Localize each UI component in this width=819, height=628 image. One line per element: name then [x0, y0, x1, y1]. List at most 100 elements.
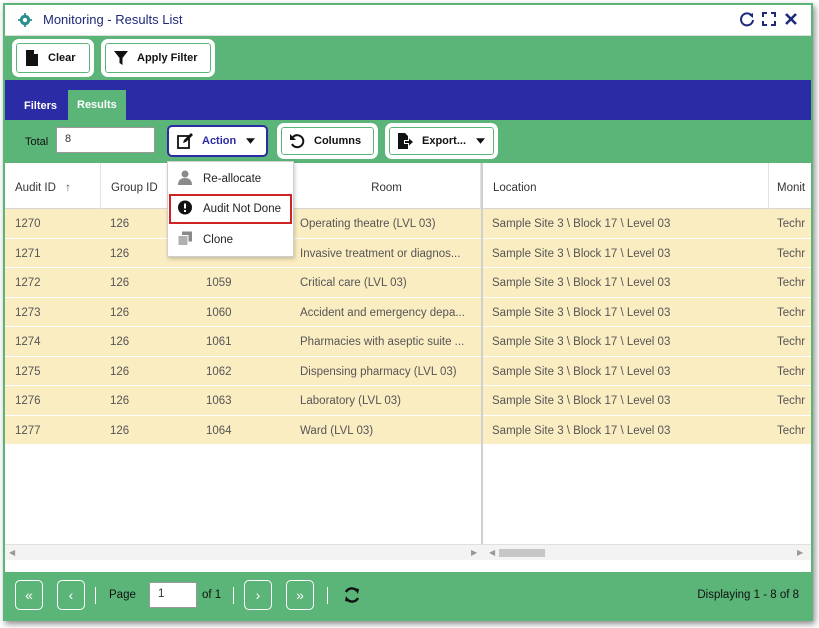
table-row[interactable]: 1273 126 1060 Accident and emergency dep…	[5, 297, 811, 327]
pager-divider	[233, 587, 234, 604]
page-number-input[interactable]: 1	[149, 582, 197, 608]
cell-audit-id: 1277	[15, 424, 41, 437]
cell-col3: 1059	[206, 277, 232, 289]
cell-location: Sample Site 3 \ Block 17 \ Level 03	[492, 247, 671, 260]
tab-results[interactable]: Results	[68, 90, 126, 120]
chevron-down-icon	[476, 138, 486, 144]
refresh-window-icon[interactable]	[739, 11, 755, 27]
document-icon	[26, 50, 38, 66]
column-header-audit-id[interactable]: Audit ID ↑	[5, 163, 101, 209]
table-row[interactable]: 1270 126 Operating theatre (LVL 03) Samp…	[5, 209, 811, 239]
table-row[interactable]: 1275 126 1062 Dispensing pharmacy (LVL 0…	[5, 356, 811, 386]
cell-col3: 1060	[206, 306, 232, 319]
chevron-down-icon	[246, 138, 256, 144]
close-icon[interactable]	[783, 11, 799, 27]
cell-location: Sample Site 3 \ Block 17 \ Level 03	[492, 424, 671, 437]
table-row[interactable]: 1277 126 1064 Ward (LVL 03) Sample Site …	[5, 415, 811, 445]
menu-item-reallocate[interactable]: Re-allocate	[169, 164, 292, 194]
cell-audit-id: 1270	[15, 218, 41, 230]
refresh-icon[interactable]	[343, 586, 361, 604]
window-title: Monitoring - Results List	[43, 12, 183, 27]
title-bar: Monitoring - Results List	[5, 5, 811, 36]
column-header-monitor[interactable]: Monit	[769, 163, 811, 209]
cell-col3: 1064	[206, 424, 232, 437]
table-row[interactable]: 1272 126 1059 Critical care (LVL 03) Sam…	[5, 268, 811, 298]
cell-group-id: 126	[110, 247, 130, 260]
menu-item-audit-not-done[interactable]: Audit Not Done	[169, 194, 292, 224]
table-row[interactable]: 1271 126 1058 Invasive treatment or diag…	[5, 238, 811, 268]
first-page-button[interactable]: «	[15, 580, 43, 610]
page-label: Page	[109, 589, 136, 601]
user-icon	[178, 170, 192, 185]
cell-room: Pharmacies with aseptic suite ...	[300, 336, 465, 348]
cell-monitor: Techr	[777, 277, 806, 289]
tabs-bar: Filters Results	[5, 80, 811, 120]
columns-button-label: Columns	[314, 135, 362, 147]
frozen-column-splitter[interactable]	[481, 163, 483, 560]
horizontal-scrollbar[interactable]: ◀ ▶ ◀ ▶	[5, 544, 811, 560]
cell-col3: 1063	[206, 395, 232, 407]
cell-audit-id: 1273	[15, 306, 41, 319]
total-field[interactable]: 8	[56, 127, 155, 153]
previous-page-button[interactable]: ‹	[57, 580, 85, 610]
export-button-label: Export...	[422, 135, 467, 147]
scrollbar-thumb[interactable]	[499, 549, 545, 557]
cell-monitor: Techr	[777, 424, 806, 437]
cell-room: Operating theatre (LVL 03)	[300, 218, 436, 230]
apply-filter-button[interactable]: Apply Filter	[103, 41, 213, 75]
cell-location: Sample Site 3 \ Block 17 \ Level 03	[492, 306, 671, 319]
cell-location: Sample Site 3 \ Block 17 \ Level 03	[492, 336, 671, 348]
cell-audit-id: 1275	[15, 365, 41, 378]
cell-monitor: Techr	[777, 218, 806, 230]
action-button[interactable]: Action	[167, 125, 268, 157]
export-icon	[398, 133, 413, 149]
cell-col3: 1062	[206, 365, 232, 378]
scroll-left-icon[interactable]: ◀	[9, 548, 15, 557]
cell-audit-id: 1272	[15, 277, 41, 289]
tab-filters[interactable]: Filters	[15, 92, 66, 120]
pager-divider	[327, 587, 328, 604]
scroll-right-icon[interactable]: ▶	[471, 548, 477, 557]
results-window: Monitoring - Results List Clear Apply Fi…	[3, 3, 813, 621]
clone-icon	[178, 231, 192, 246]
cell-room: Laboratory (LVL 03)	[300, 395, 402, 407]
cell-room: Ward (LVL 03)	[300, 424, 374, 437]
cell-monitor: Techr	[777, 395, 806, 407]
menu-item-label: Re-allocate	[203, 173, 262, 185]
total-label: Total	[25, 136, 49, 148]
cell-group-id: 126	[110, 336, 130, 348]
cell-audit-id: 1271	[15, 247, 41, 260]
pager-divider	[95, 587, 96, 604]
table-row[interactable]: 1274 126 1061 Pharmacies with aseptic su…	[5, 327, 811, 357]
cell-group-id: 126	[110, 395, 130, 407]
column-header-location[interactable]: Location	[483, 163, 769, 209]
cell-audit-id: 1274	[15, 336, 41, 348]
cell-monitor: Techr	[777, 336, 806, 348]
window-controls	[739, 11, 799, 27]
edit-icon	[177, 133, 193, 149]
column-header-room[interactable]: Room	[293, 163, 481, 209]
maximize-icon[interactable]	[761, 11, 777, 27]
gear-app-icon	[18, 13, 32, 27]
results-grid: Audit ID ↑ Group ID Room Location Monit …	[5, 163, 811, 560]
filter-icon	[114, 51, 128, 65]
top-toolbar: Clear Apply Filter	[5, 36, 811, 80]
apply-filter-button-label: Apply Filter	[137, 52, 198, 64]
clear-button[interactable]: Clear	[14, 41, 92, 75]
clear-button-label: Clear	[48, 52, 76, 64]
export-button[interactable]: Export...	[387, 125, 496, 157]
menu-item-clone[interactable]: Clone	[169, 225, 292, 255]
scroll-right-icon[interactable]: ▶	[797, 548, 803, 557]
cell-location: Sample Site 3 \ Block 17 \ Level 03	[492, 277, 671, 289]
table-row[interactable]: 1276 126 1063 Laboratory (LVL 03) Sample…	[5, 386, 811, 416]
cell-group-id: 126	[110, 306, 130, 319]
pagination-bar: « ‹ Page 1 of 1 › » Displaying 1 - 8 of …	[5, 572, 811, 619]
sort-ascending-icon: ↑	[65, 182, 71, 194]
cell-group-id: 126	[110, 277, 130, 289]
scroll-left-icon[interactable]: ◀	[489, 548, 495, 557]
last-page-button[interactable]: »	[286, 580, 314, 610]
next-page-button[interactable]: ›	[244, 580, 272, 610]
cell-room: Accident and emergency depa...	[300, 306, 465, 319]
columns-button[interactable]: Columns	[279, 125, 376, 157]
cell-monitor: Techr	[777, 365, 806, 378]
